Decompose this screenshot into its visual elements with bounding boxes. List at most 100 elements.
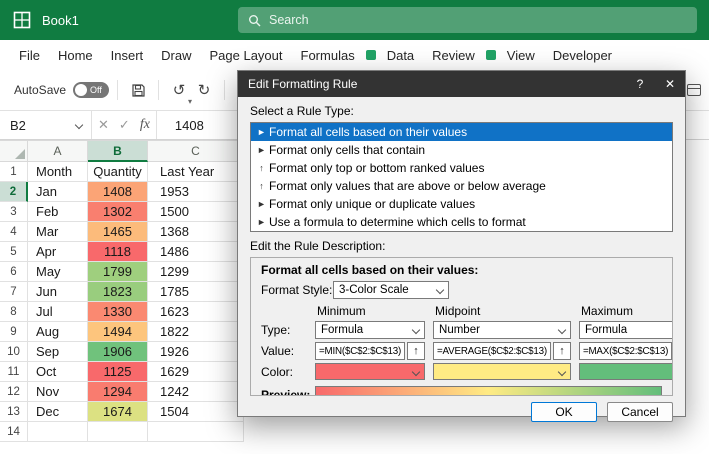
- cell-a3[interactable]: Feb: [28, 202, 88, 222]
- row-header[interactable]: 1: [0, 162, 28, 182]
- formula-input[interactable]: 1408: [157, 111, 204, 139]
- cell-b11[interactable]: 1125: [88, 362, 148, 382]
- help-button[interactable]: ?: [625, 71, 655, 97]
- cell-b14[interactable]: [88, 422, 148, 442]
- enter-entry-icon[interactable]: ✓: [119, 117, 130, 133]
- row-header[interactable]: 2: [0, 182, 28, 202]
- cell-b13[interactable]: 1674: [88, 402, 148, 422]
- row-header[interactable]: 14: [0, 422, 28, 442]
- rule-type-option[interactable]: ► Format only unique or duplicate values: [251, 195, 672, 213]
- cell-c14[interactable]: [148, 422, 244, 442]
- cell-c2[interactable]: 1953: [148, 182, 244, 202]
- cell-c11[interactable]: 1629: [148, 362, 244, 382]
- cell-a9[interactable]: Aug: [28, 322, 88, 342]
- row-header[interactable]: 10: [0, 342, 28, 362]
- redo-icon[interactable]: ↻: [192, 78, 216, 102]
- ok-button[interactable]: OK: [531, 402, 597, 422]
- range-selector-button[interactable]: ↑: [552, 342, 571, 360]
- autosave-toggle[interactable]: Off: [73, 82, 110, 98]
- cell-a12[interactable]: Nov: [28, 382, 88, 402]
- cell-c3[interactable]: 1500: [148, 202, 244, 222]
- column-header-c[interactable]: C: [148, 140, 244, 162]
- cell-a7[interactable]: Jun: [28, 282, 88, 302]
- min-type-dropdown[interactable]: Formula: [315, 321, 426, 339]
- cell-a5[interactable]: Apr: [28, 242, 88, 262]
- search-box[interactable]: Search: [238, 7, 697, 33]
- cell-c7[interactable]: 1785: [148, 282, 244, 302]
- max-color-dropdown[interactable]: [578, 363, 672, 380]
- mid-value-input[interactable]: =AVERAGE($C$2:$C$13): [433, 342, 551, 360]
- max-value-input[interactable]: =MAX($C$2:$C$13): [578, 342, 672, 360]
- cell-a13[interactable]: Dec: [28, 402, 88, 422]
- cell-c9[interactable]: 1822: [148, 322, 244, 342]
- row-header[interactable]: 11: [0, 362, 28, 382]
- menu-item-formulas[interactable]: Formulas: [292, 40, 364, 70]
- cell-b8[interactable]: 1330: [88, 302, 148, 322]
- ribbon-display-options-icon[interactable]: [687, 84, 701, 96]
- row-header[interactable]: 7: [0, 282, 28, 302]
- cell-b3[interactable]: 1302: [88, 202, 148, 222]
- min-value-input[interactable]: =MIN($C$2:$C$13): [315, 342, 406, 360]
- menu-item-review[interactable]: Review: [423, 40, 484, 70]
- cell-c8[interactable]: 1623: [148, 302, 244, 322]
- cell-b1[interactable]: Quantity: [88, 162, 148, 182]
- cell-b12[interactable]: 1294: [88, 382, 148, 402]
- menu-item-insert[interactable]: Insert: [102, 40, 153, 70]
- cell-b9[interactable]: 1494: [88, 322, 148, 342]
- menu-item-developer[interactable]: Developer: [544, 40, 621, 70]
- cell-b4[interactable]: 1465: [88, 222, 148, 242]
- cell-c10[interactable]: 1926: [148, 342, 244, 362]
- cell-c4[interactable]: 1368: [148, 222, 244, 242]
- cancel-entry-icon[interactable]: ✕: [98, 117, 109, 133]
- cell-a14[interactable]: [28, 422, 88, 442]
- row-header[interactable]: 3: [0, 202, 28, 222]
- select-all-button[interactable]: [0, 140, 28, 162]
- row-header[interactable]: 8: [0, 302, 28, 322]
- cell-b10[interactable]: 1906: [88, 342, 148, 362]
- rule-type-option[interactable]: ► Use a formula to determine which cells…: [251, 213, 672, 231]
- insert-function-icon[interactable]: fx: [140, 117, 150, 133]
- cell-c13[interactable]: 1504: [148, 402, 244, 422]
- menu-item-data[interactable]: Data: [378, 40, 423, 70]
- close-icon[interactable]: ✕: [655, 71, 685, 97]
- cell-a4[interactable]: Mar: [28, 222, 88, 242]
- cell-b2[interactable]: 1408: [88, 182, 148, 202]
- dialog-titlebar[interactable]: Edit Formatting Rule ? ✕: [238, 71, 685, 97]
- cell-c5[interactable]: 1486: [148, 242, 244, 262]
- cell-b6[interactable]: 1799: [88, 262, 148, 282]
- rule-type-option[interactable]: ↑ Format only values that are above or b…: [251, 177, 672, 195]
- row-header[interactable]: 9: [0, 322, 28, 342]
- menu-item-home[interactable]: Home: [49, 40, 102, 70]
- cell-b5[interactable]: 1118: [88, 242, 148, 262]
- range-selector-button[interactable]: ↑: [407, 342, 426, 360]
- cell-b7[interactable]: 1823: [88, 282, 148, 302]
- cell-a11[interactable]: Oct: [28, 362, 88, 382]
- rule-type-option[interactable]: ↑ Format only top or bottom ranked value…: [251, 159, 672, 177]
- row-header[interactable]: 5: [0, 242, 28, 262]
- excel-app-icon[interactable]: [12, 10, 32, 30]
- cell-c6[interactable]: 1299: [148, 262, 244, 282]
- cell-c12[interactable]: 1242: [148, 382, 244, 402]
- format-style-dropdown[interactable]: 3-Color Scale: [333, 281, 449, 299]
- name-box[interactable]: B2: [0, 111, 92, 139]
- cell-a1[interactable]: Month: [28, 162, 88, 182]
- menu-item-page-layout[interactable]: Page Layout: [201, 40, 292, 70]
- cell-a8[interactable]: Jul: [28, 302, 88, 322]
- save-icon[interactable]: [126, 78, 150, 102]
- rule-type-option[interactable]: ► Format all cells based on their values: [251, 123, 672, 141]
- mid-type-dropdown[interactable]: Number: [433, 321, 571, 339]
- column-header-b[interactable]: B: [88, 140, 148, 162]
- cell-a6[interactable]: May: [28, 262, 88, 282]
- row-header[interactable]: 4: [0, 222, 28, 242]
- menu-item-view[interactable]: View: [498, 40, 544, 70]
- cancel-button[interactable]: Cancel: [607, 402, 673, 422]
- column-header-a[interactable]: A: [28, 140, 88, 162]
- row-header[interactable]: 13: [0, 402, 28, 422]
- rule-type-option[interactable]: ► Format only cells that contain: [251, 141, 672, 159]
- cell-a2[interactable]: Jan: [28, 182, 88, 202]
- min-color-dropdown[interactable]: [315, 363, 426, 380]
- cell-a10[interactable]: Sep: [28, 342, 88, 362]
- mid-color-dropdown[interactable]: [433, 363, 571, 380]
- row-header[interactable]: 6: [0, 262, 28, 282]
- chevron-down-icon[interactable]: [76, 122, 83, 129]
